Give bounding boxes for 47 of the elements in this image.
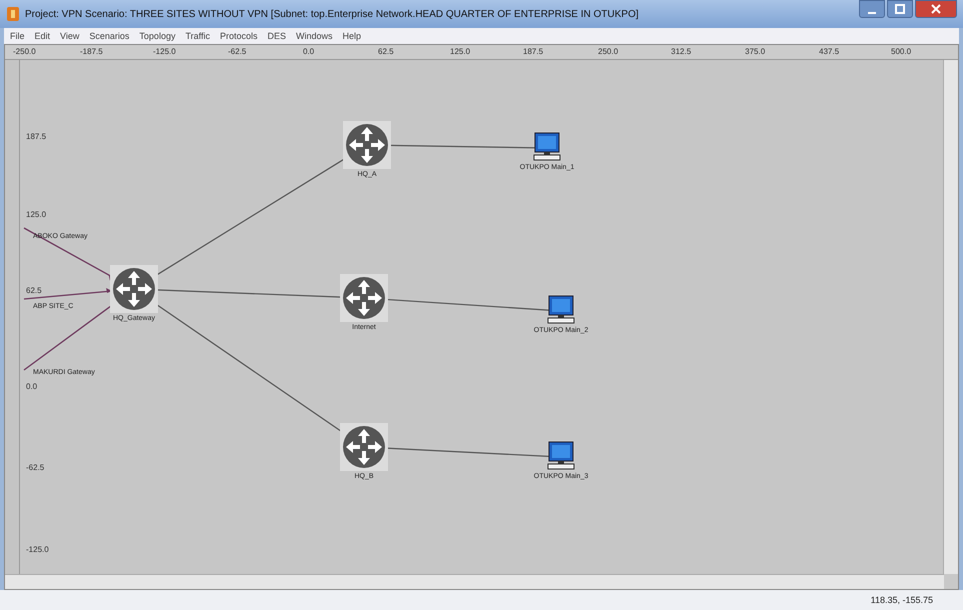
router-icon[interactable]: [340, 274, 388, 322]
menu-item[interactable]: File: [10, 31, 25, 41]
menu-item[interactable]: Edit: [34, 31, 50, 41]
menu-item[interactable]: View: [60, 31, 80, 41]
ruler-label: 125.0: [26, 210, 46, 219]
ruler-label: -62.5: [228, 47, 246, 56]
ruler-label: 312.5: [671, 47, 692, 56]
computer-icon[interactable]: [532, 132, 562, 162]
computer-icon[interactable]: [546, 295, 576, 325]
minimize-icon: [868, 12, 876, 14]
computer-icon[interactable]: [546, 441, 576, 471]
vertical-scrollbar[interactable]: [943, 60, 958, 574]
ruler-label: 500.0: [891, 47, 912, 56]
ruler-label: 437.5: [819, 47, 840, 56]
menu-item[interactable]: Help: [342, 31, 362, 41]
menu-item[interactable]: Scenarios: [89, 31, 130, 41]
ruler-label: -62.5: [26, 463, 44, 472]
ruler-label: -187.5: [80, 47, 103, 56]
menu-item[interactable]: Protocols: [220, 31, 258, 41]
ruler-label: 62.5: [378, 47, 394, 56]
maximize-button[interactable]: [887, 0, 913, 18]
ruler-label: 187.5: [26, 132, 46, 141]
menu-item[interactable]: Windows: [296, 31, 333, 41]
close-button[interactable]: [915, 0, 957, 18]
window-title: Project: VPN Scenario: THREE SITES WITHOUT VPN [Subnet: top.Enterprise Network.HEAD QUARTER OF ENTERPRISE IN OTUKPO]: [25, 8, 638, 20]
ruler-label: -125.0: [26, 545, 49, 554]
app-icon: [6, 6, 20, 22]
menu-item[interactable]: DES: [268, 31, 286, 41]
ruler-label: 62.5: [26, 286, 42, 295]
router-icon[interactable]: [110, 265, 158, 313]
horizontal-scrollbar[interactable]: [5, 574, 944, 589]
ruler-label: -250.0: [13, 47, 36, 56]
router-icon[interactable]: [340, 423, 388, 471]
ruler-label: 187.5: [523, 47, 544, 56]
ruler-label: -125.0: [153, 47, 176, 56]
ruler-label: 375.0: [745, 47, 766, 56]
menu-item[interactable]: Topology: [139, 31, 176, 41]
ruler-label: 250.0: [598, 47, 618, 56]
ruler-label: 0.0: [26, 382, 38, 391]
router-icon[interactable]: [343, 121, 391, 169]
minimize-button[interactable]: [859, 0, 885, 18]
menu-item[interactable]: Traffic: [185, 31, 210, 41]
close-icon: [931, 4, 941, 14]
maximize-icon: [895, 4, 905, 14]
ruler-label: 125.0: [450, 47, 470, 56]
ruler-label: 0.0: [303, 47, 314, 56]
cursor-coordinates: 118.35, -155.75: [870, 595, 933, 605]
